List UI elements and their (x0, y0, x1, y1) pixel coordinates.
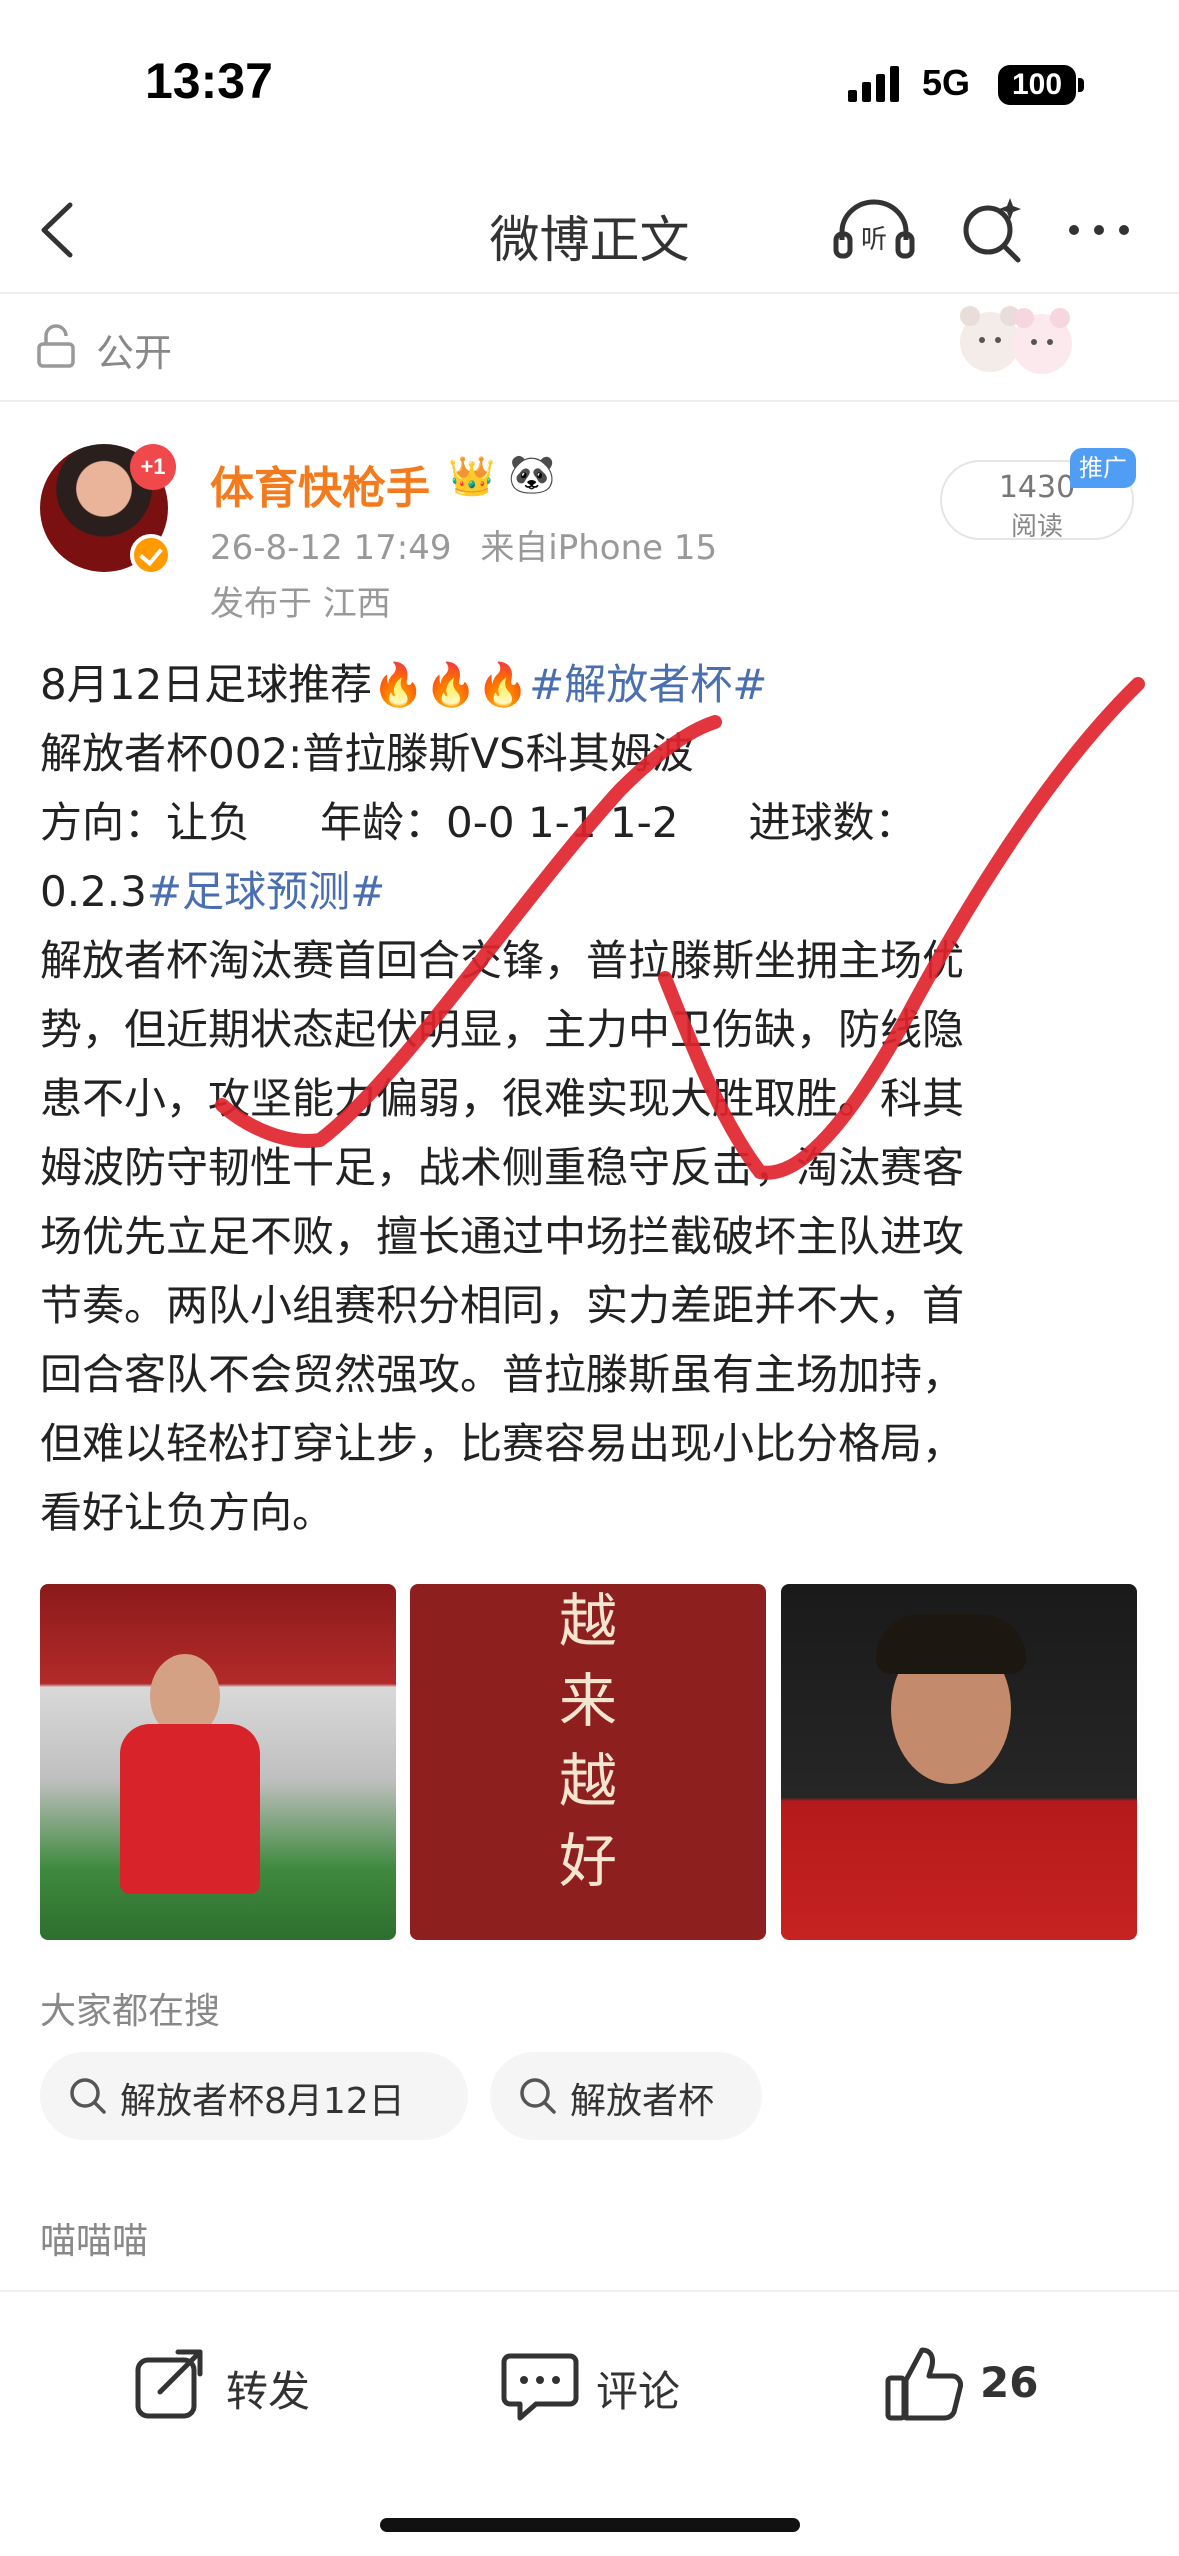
post-paragraph-line: 姆波防守韧性十足，战术侧重稳守反击，淘汰赛客 (40, 1143, 965, 1192)
verified-icon (130, 534, 172, 576)
author-name[interactable]: 体育快枪手 (210, 452, 430, 516)
crown-icon: 👑 (448, 454, 496, 498)
calligraphy-char: 好 (558, 1827, 617, 1895)
post-meta: 26-8-12 17:49 来自iPhone 15 (210, 520, 717, 569)
calligraphy-text: 越 来 越 好 (410, 1584, 766, 1940)
search-icon[interactable] (956, 194, 1026, 264)
avatar-badge: +1 (130, 444, 176, 490)
repost-icon (135, 2349, 203, 2419)
nav-bar: 微博正文 听 (0, 170, 1179, 290)
search-section-title: 大家都在搜 (40, 1991, 221, 2032)
calligraphy-char: 越 (558, 1747, 617, 1815)
like-count: 26 (980, 2358, 1039, 2407)
hashtag-link[interactable]: #解放者杯# (529, 660, 767, 709)
post-image-1[interactable] (40, 1584, 396, 1940)
unlock-icon (37, 324, 75, 368)
post-image-3[interactable] (781, 1584, 1137, 1940)
post-line: 解放者杯002:普拉滕斯VS科其姆波 (40, 729, 694, 778)
post-paragraph-line: 回合客队不会贸然强攻。普拉滕斯虽有主场加持， (40, 1350, 965, 1399)
post-paragraph-line: 但难以轻松打穿让步，比赛容易出现小比分格局， (40, 1419, 965, 1468)
post-line: 方向：让负 年龄：0-0 1-1 1-2 进球数： (40, 788, 1150, 857)
read-label: 阅读 (1010, 512, 1063, 542)
post-headline: 8月12日足球推荐 (40, 660, 373, 709)
search-chip-label: 解放者杯 (570, 2081, 715, 2122)
search-chip-label: 解放者杯8月12日 (120, 2081, 405, 2122)
more-icon[interactable] (1064, 220, 1134, 240)
post-location: 发布于 江西 (210, 584, 391, 624)
repost-button[interactable]: 转发 (130, 2336, 350, 2426)
post-paragraph-line: 节奏。两队小组赛积分相同，实力差距并不大，首 (40, 1281, 965, 1330)
post-date: 26-8-12 17:49 (210, 528, 452, 568)
comment-label: 评论 (596, 2367, 681, 2416)
search-chip[interactable]: 解放者杯8月12日 (40, 2052, 468, 2140)
search-chip[interactable]: 解放者杯 (490, 2052, 762, 2140)
battery-tip (1078, 78, 1084, 92)
listen-icon[interactable]: 听 (832, 194, 916, 264)
player-jersey (120, 1724, 260, 1894)
comment-preview-author: 喵喵喵 (40, 2221, 149, 2262)
divider (0, 292, 1179, 294)
calligraphy-char: 越 (558, 1587, 617, 1655)
post-paragraph-line: 解放者杯淘汰赛首回合交锋，普拉滕斯坐拥主场优 (40, 936, 965, 985)
player-hair (876, 1614, 1026, 1674)
calligraphy-char: 来 (558, 1667, 617, 1735)
post-line: 8月12日足球推荐🔥🔥🔥#解放者杯# (40, 650, 1150, 719)
post-line: 0.2.3#足球预测# (40, 857, 1150, 926)
bear-sticker-icon (960, 306, 1072, 374)
status-time: 13:37 (145, 53, 273, 109)
divider (0, 400, 1179, 402)
score-text: 年龄：0-0 1-1 1-2 (320, 798, 679, 847)
comment-button[interactable]: 评论 (500, 2336, 720, 2426)
like-button[interactable]: 26 (884, 2336, 1084, 2426)
fire-emoji: 🔥🔥🔥 (372, 660, 530, 709)
promo-tag: 推广 (1070, 448, 1136, 488)
search-icon (70, 2078, 106, 2114)
post-source: 来自iPhone 15 (480, 528, 718, 568)
goals-text: 进球数： (748, 798, 917, 847)
battery-icon: 100 (998, 65, 1076, 105)
panda-icon: 🐼 (508, 452, 556, 496)
repost-label: 转发 (226, 2367, 311, 2416)
status-bar: 13:37 5G 100 (0, 0, 1179, 150)
post-paragraph-line: 场优先立足不败，擅长通过中场拦截破坏主队进攻 (40, 1212, 965, 1261)
post-body: 8月12日足球推荐🔥🔥🔥#解放者杯# 解放者杯002:普拉滕斯VS科其姆波 方向… (40, 650, 1150, 1547)
home-indicator (380, 2518, 800, 2532)
hashtag-link[interactable]: #足球预测# (147, 867, 385, 916)
search-icon (520, 2078, 556, 2114)
svg-text:听: 听 (861, 225, 887, 255)
comment-icon (501, 2353, 579, 2421)
signal-icon (848, 66, 899, 102)
post-paragraph-line: 看好让负方向。 (40, 1488, 335, 1537)
visibility-label: 公开 (96, 331, 173, 375)
network-type: 5G (922, 62, 971, 103)
bottom-action-bar: 转发 评论 26 (0, 2290, 1179, 2556)
post-paragraph-line: 势，但近期状态起伏明显，主力中卫伤缺，防线隐 (40, 1005, 965, 1054)
post-image-2[interactable]: 越 来 越 好 (410, 1584, 766, 1940)
direction-text: 方向：让负 (40, 798, 251, 847)
goals-value: 0.2.3 (40, 867, 147, 916)
thumbs-up-icon (885, 2347, 963, 2421)
post-paragraph-line: 患不小，攻坚能力偏弱，很难实现大胜取胜。科其 (40, 1074, 965, 1123)
